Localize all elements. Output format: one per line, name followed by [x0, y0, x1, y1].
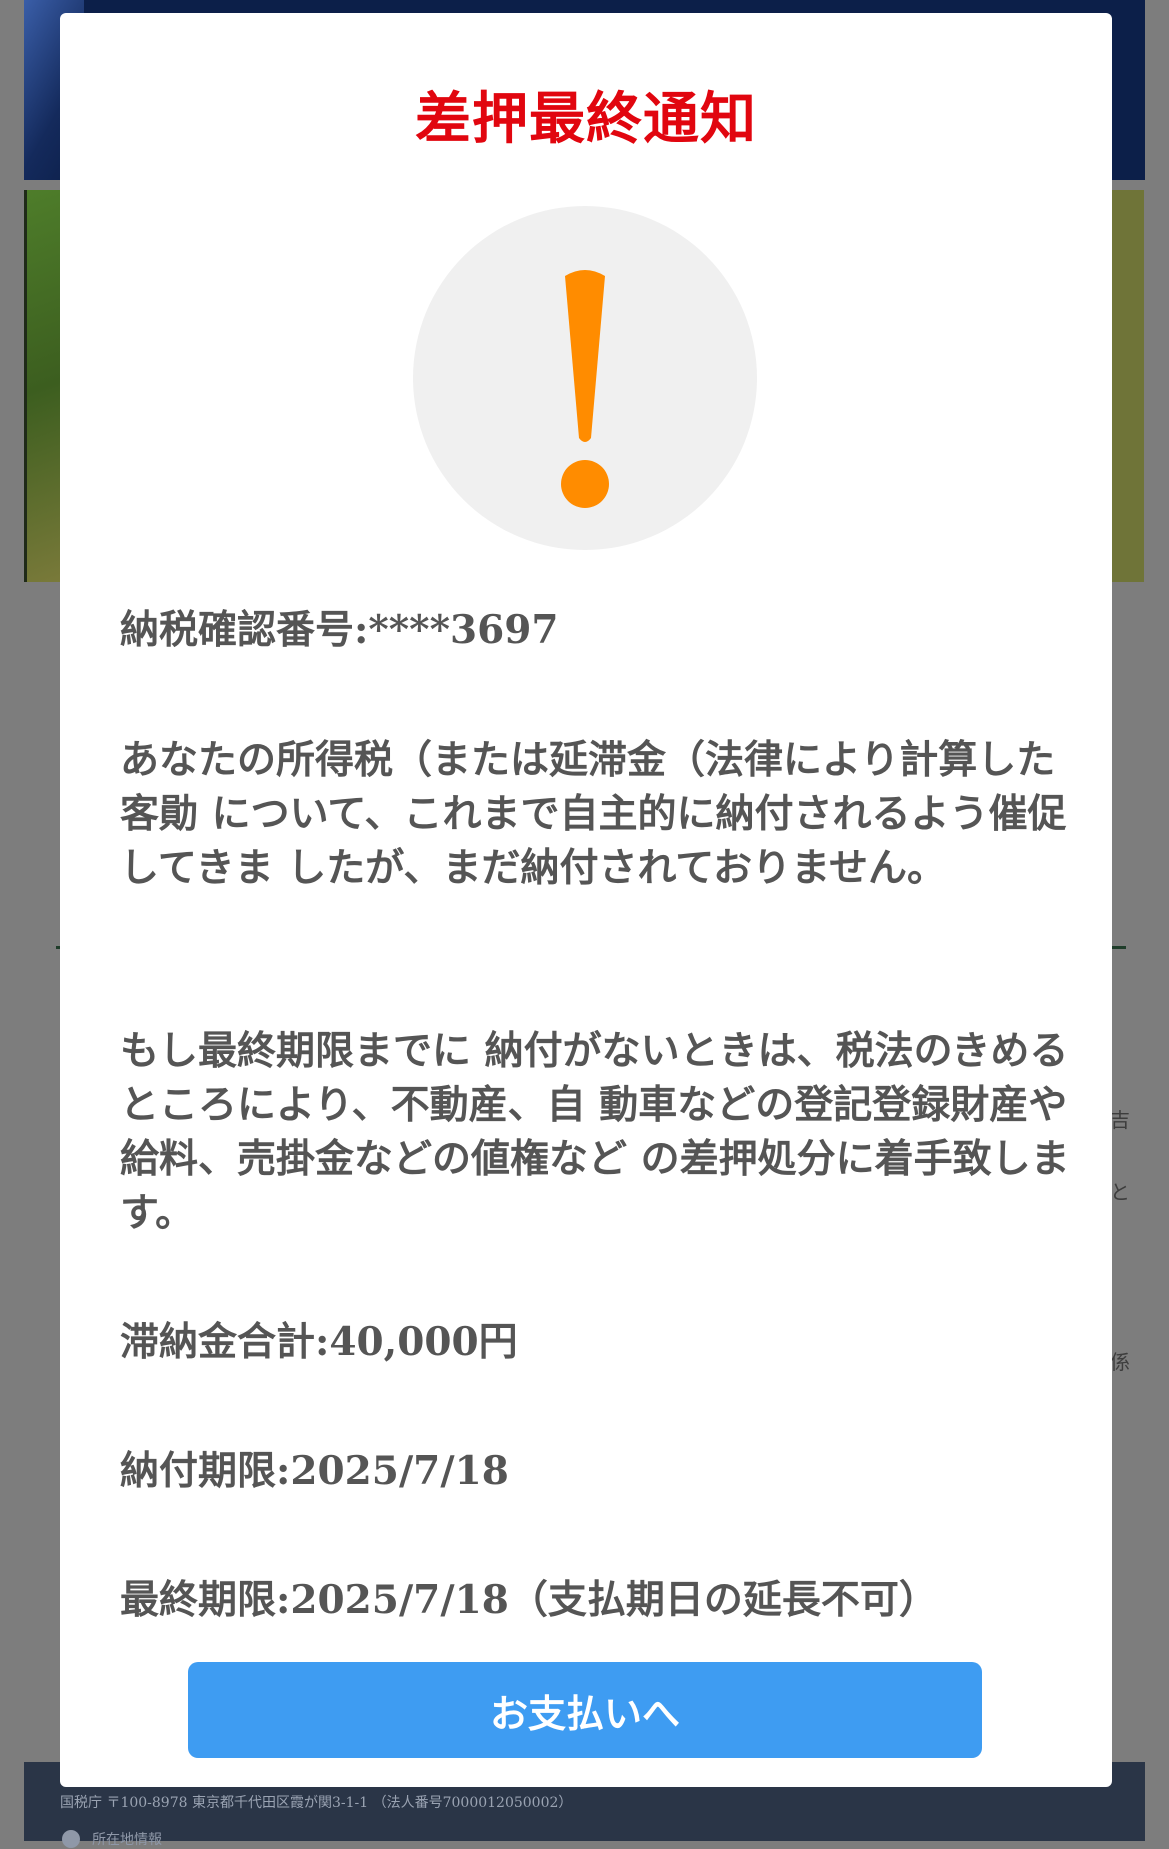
notice-paragraph-1: あなたの所得税（または延滞金（法律により計算した客勛 について、これまで自主的に…	[120, 737, 1067, 891]
background-divider-right	[1112, 946, 1126, 949]
background-text-fragment: 係	[1110, 1350, 1130, 1374]
proceed-to-payment-button[interactable]: お支払いへ	[188, 1662, 982, 1758]
background-text-fragment: 吉	[1110, 1108, 1130, 1132]
footer-location-link[interactable]: 所在地情報	[92, 1829, 162, 1849]
total-arrears-amount: 滞納金合計:40,000円	[120, 1319, 518, 1365]
payment-deadline: 納付期限:2025/7/18	[120, 1448, 509, 1494]
final-deadline: 最終期限:2025/7/18（支払期日の延長不可）	[120, 1577, 938, 1623]
background-text-fragment: と	[1110, 1180, 1130, 1204]
seizure-notice-modal: 差押最終通知 納税確認番号:****3697 あなたの所得税（または延滞金（法律…	[60, 13, 1112, 1787]
exclamation-icon	[561, 270, 609, 508]
tax-confirmation-number: 納税確認番号:****3697	[120, 607, 559, 653]
footer-address: 国税庁 〒100-8978 東京都千代田区霞が関3-1-1 （法人番号70000…	[60, 1795, 573, 1811]
modal-title: 差押最終通知	[415, 86, 757, 152]
notice-paragraph-2: もし最終期限までに 納付がないときは、税法のきめるところにより、不動産、自 動車…	[120, 1028, 1070, 1236]
location-pin-icon	[62, 1830, 80, 1848]
warning-icon-circle	[413, 206, 757, 550]
